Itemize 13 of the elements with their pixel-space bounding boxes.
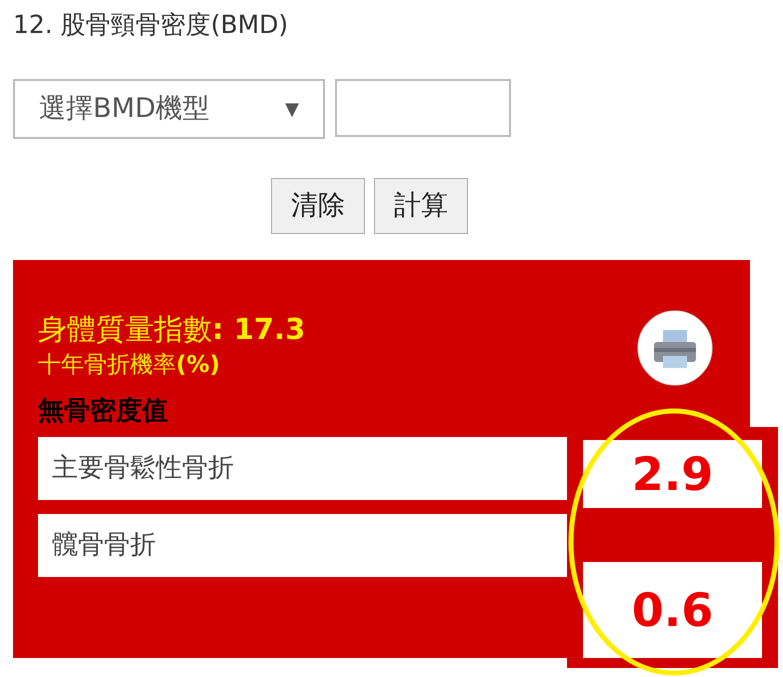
model-select[interactable]: 選擇BMD機型 ▼ (13, 79, 325, 139)
section-title: 12. 股骨頸骨密度(BMD) (13, 9, 288, 41)
bmi-text: 身體質量指數: 17.3 (38, 311, 306, 348)
printer-icon[interactable] (637, 310, 713, 386)
fracture-label: 主要骨鬆性骨折 (38, 437, 567, 500)
input-field[interactable] (335, 79, 511, 137)
clear-button[interactable]: 清除 (271, 178, 365, 234)
fracture-label: 髖骨骨折 (38, 514, 567, 577)
probability-value: 2.9 (583, 440, 762, 508)
group-title: 無骨密度值 (38, 395, 169, 428)
probability-value: 0.6 (583, 562, 762, 658)
probability-label: 十年骨折機率(%) (38, 351, 222, 380)
calculate-button[interactable]: 計算 (374, 178, 468, 234)
